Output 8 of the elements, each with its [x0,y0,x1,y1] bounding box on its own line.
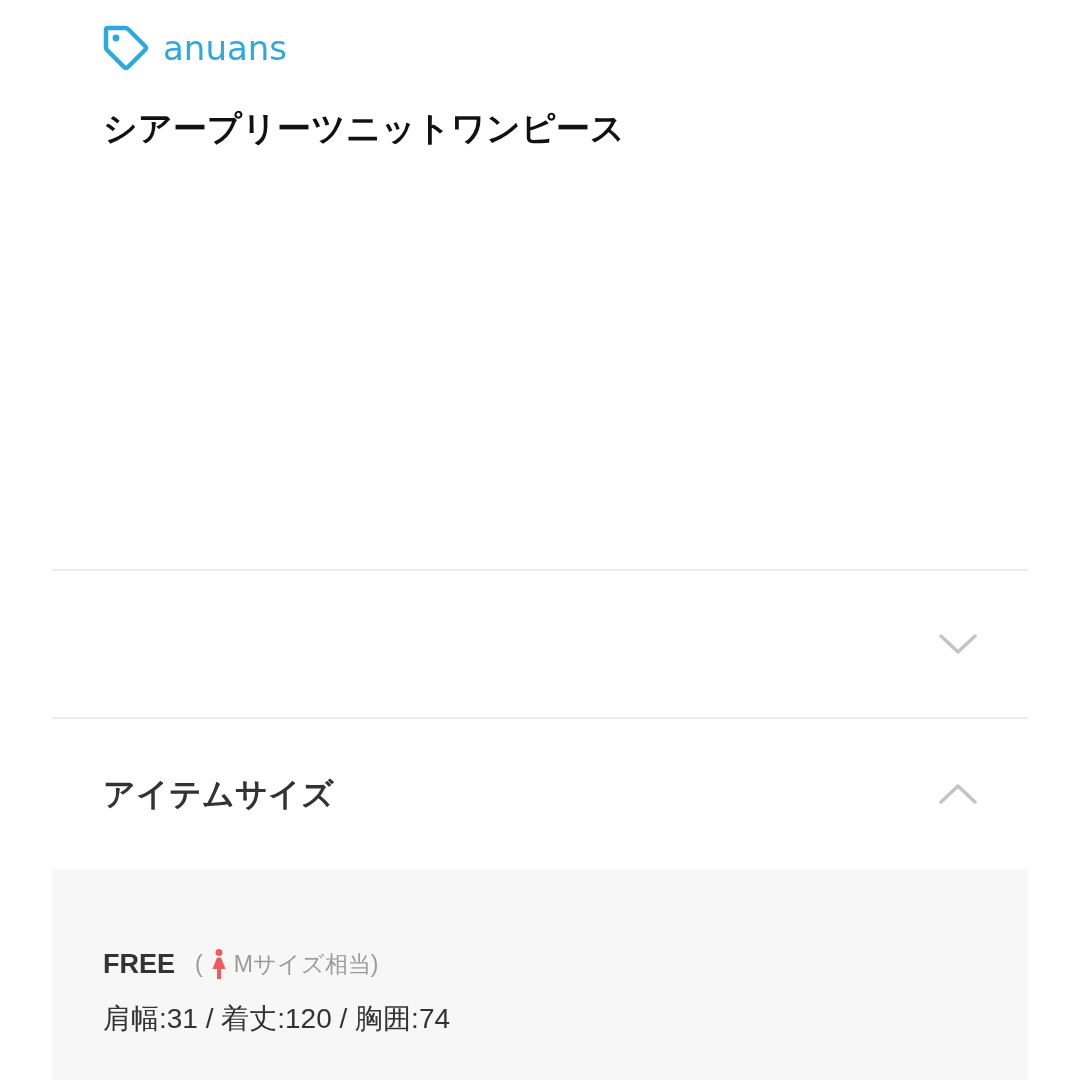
tag-icon [103,25,149,71]
size-name: FREE [103,948,175,981]
paren-text: ( [195,950,203,979]
product-title: シアープリーツニットワンピース [103,108,626,148]
woman-icon [211,949,226,979]
size-measurements: 肩幅:31 / 着丈:120 / 胸囲:74 [103,1002,452,1036]
section-header[interactable]: アイテムサイズ [52,719,1028,869]
size-equivalent: Mサイズ相当) [233,950,379,979]
